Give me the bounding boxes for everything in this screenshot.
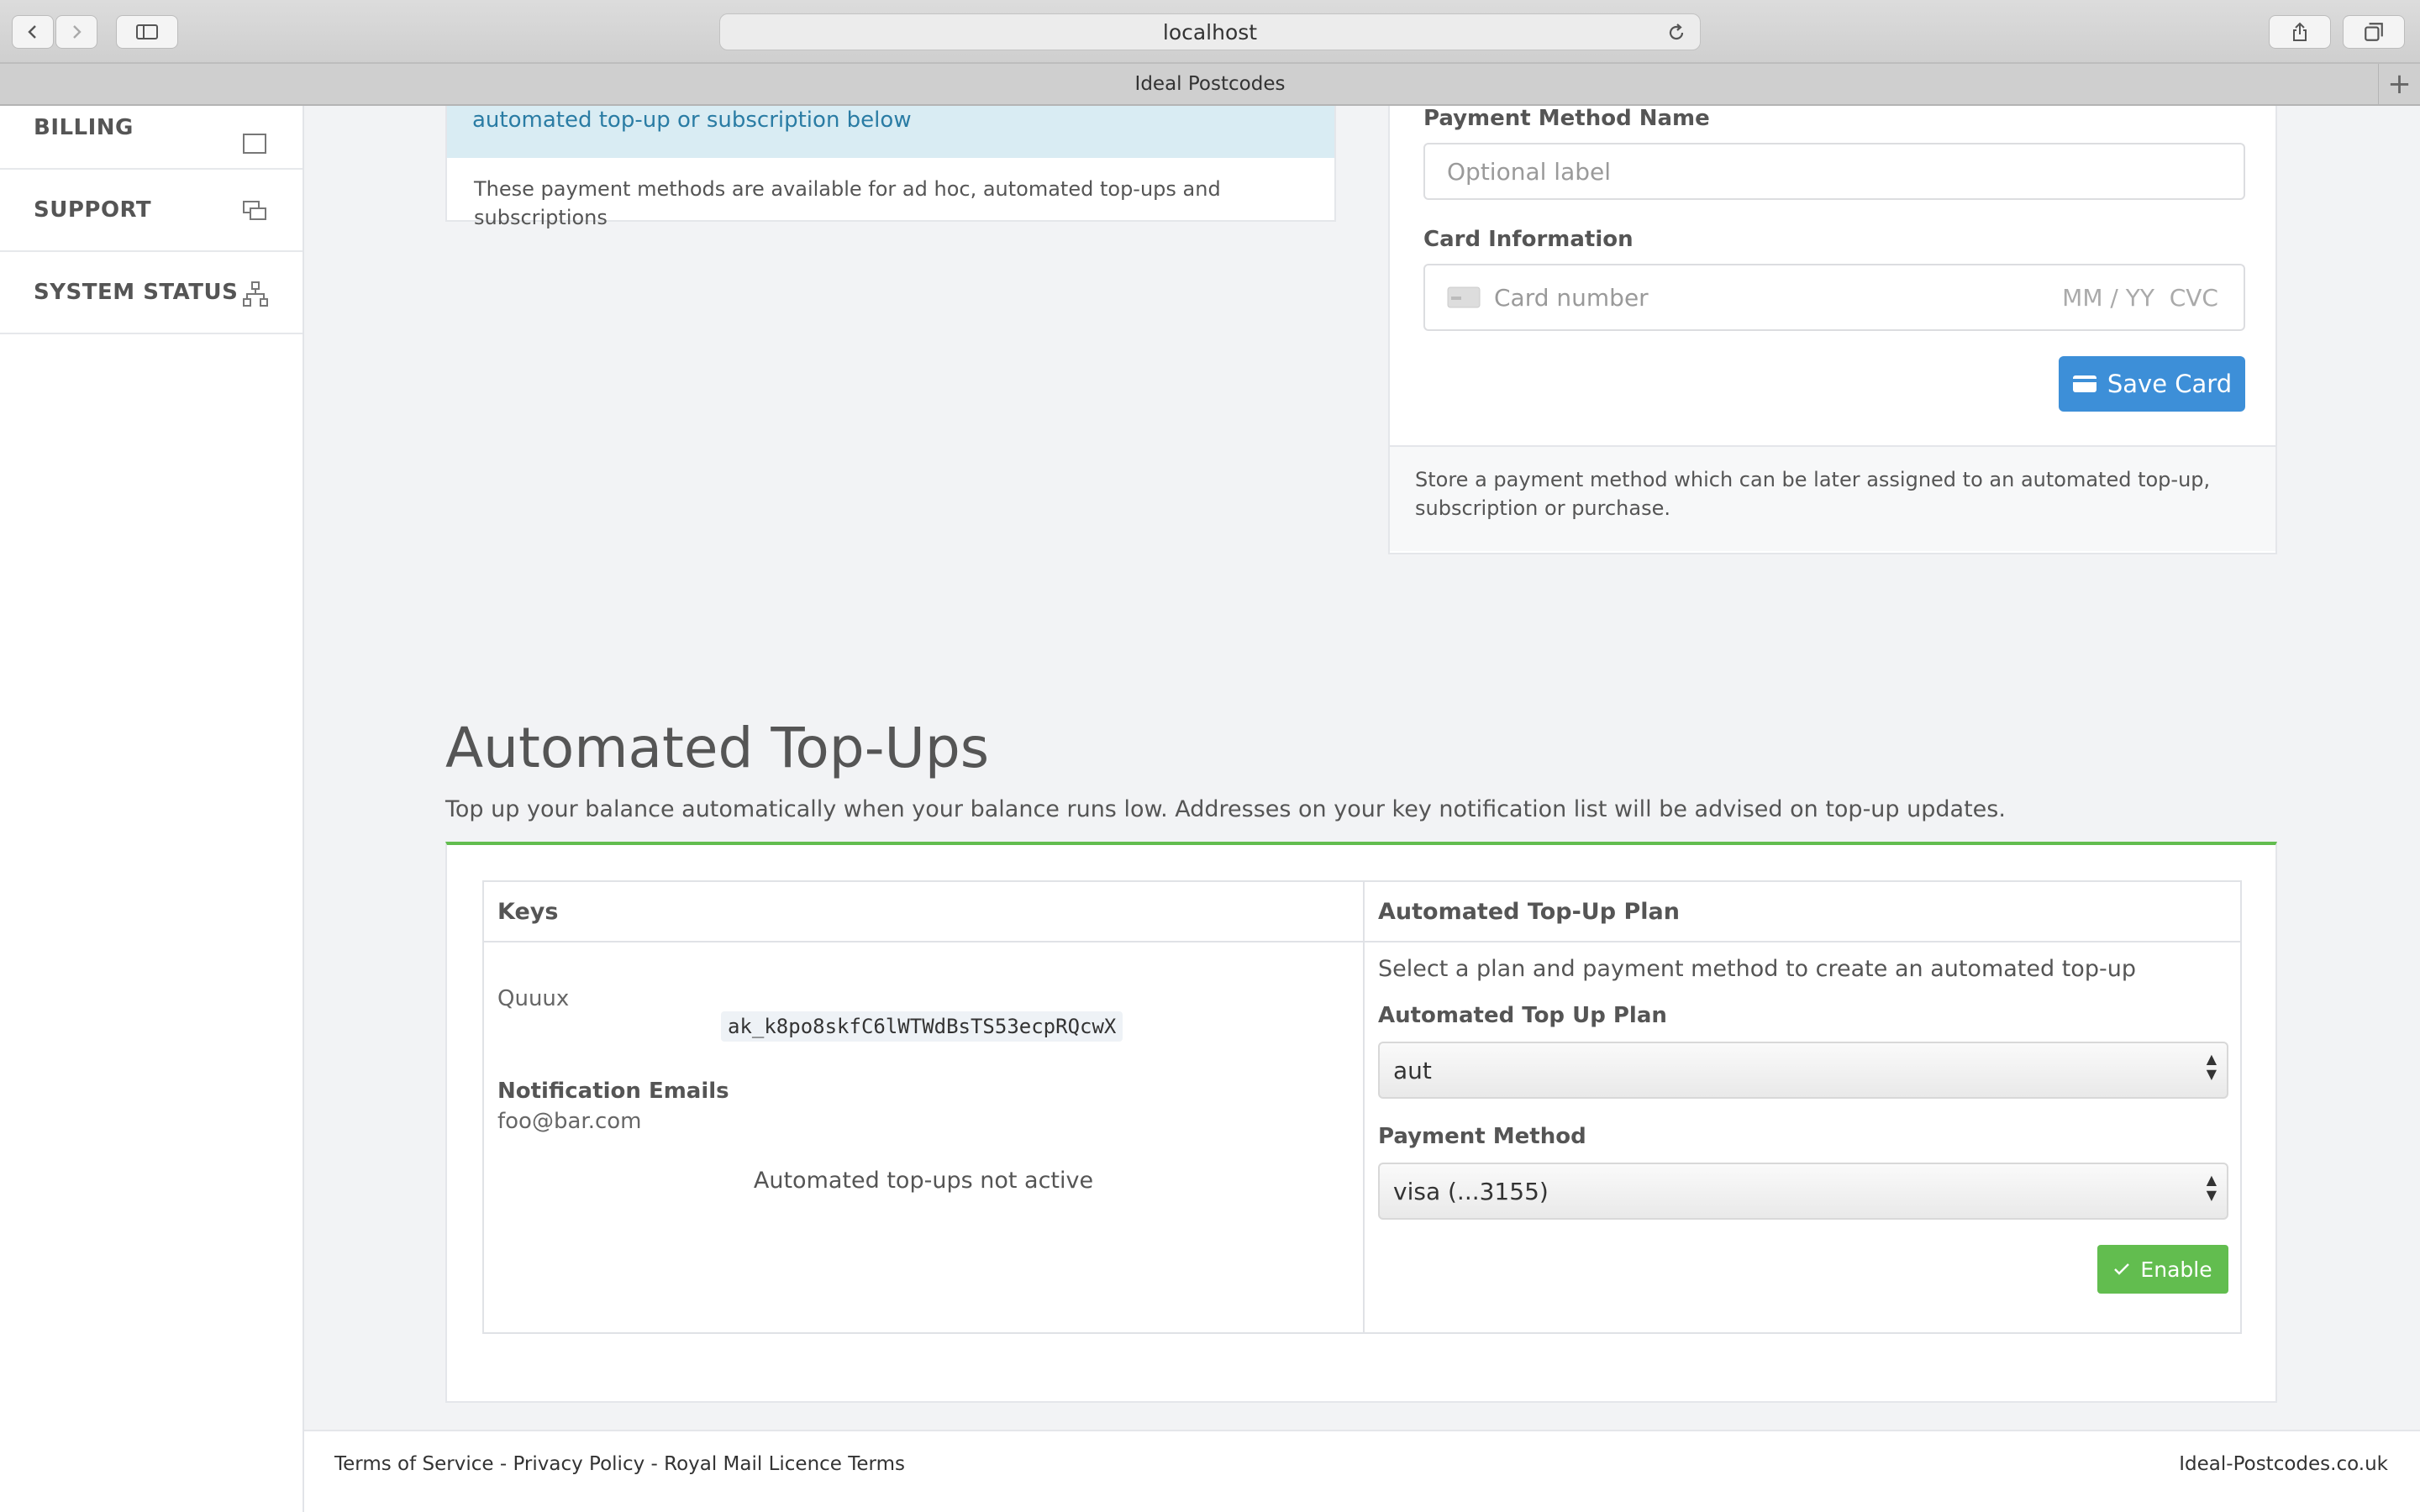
- terms-link[interactable]: Terms of Service: [334, 1453, 494, 1475]
- payment-method-select[interactable]: visa (...3155) ▲ ▼: [1378, 1163, 2228, 1220]
- url-text: localhost: [1162, 19, 1258, 45]
- payment-method-name-input[interactable]: Optional label: [1423, 143, 2245, 200]
- add-card-footer: Store a payment method which can be late…: [1390, 445, 2275, 551]
- add-card-help: Store a payment method which can be late…: [1415, 468, 2211, 520]
- tabs-overview-button[interactable]: [2343, 15, 2405, 49]
- add-card-panel: Payment Method Name Optional label Card …: [1388, 106, 2277, 554]
- footer: Terms of Service - Privacy Policy - Roya…: [304, 1430, 2420, 1512]
- credit-card-icon: [1447, 286, 1481, 308]
- card-information-input[interactable]: Card number MM / YY CVC: [1423, 264, 2245, 331]
- tab-title[interactable]: Ideal Postcodes: [1135, 73, 1286, 95]
- share-button[interactable]: [2269, 15, 2331, 49]
- select-arrows-icon: ▲ ▼: [2206, 1051, 2217, 1082]
- sidebar-item-label: SUPPORT: [34, 197, 152, 223]
- save-card-button[interactable]: Save Card: [2059, 356, 2245, 412]
- enable-button[interactable]: Enable: [2097, 1245, 2228, 1294]
- new-tab-button[interactable]: +: [2378, 64, 2420, 104]
- billing-icon: [243, 134, 266, 154]
- sidebar-item-label: SYSTEM STATUS: [34, 280, 239, 305]
- plus-icon: +: [2387, 67, 2412, 101]
- api-key-value: ak_k8po8skfC6lWTWdBsTS53ecpRQcwX: [721, 1011, 1123, 1042]
- card-information-label: Card Information: [1423, 227, 1634, 252]
- sidebar-icon: [136, 24, 158, 39]
- plan-select[interactable]: aut ▲ ▼: [1378, 1042, 2228, 1099]
- tab-bar: Ideal Postcodes +: [0, 64, 2420, 106]
- chevron-left-icon: [28, 25, 36, 39]
- tabs-icon: [2365, 23, 2383, 41]
- payment-method-label: Payment Method: [1378, 1124, 1586, 1149]
- chevron-right-icon: [73, 25, 82, 39]
- licence-link[interactable]: Royal Mail Licence Terms: [664, 1453, 905, 1475]
- topup-status: Automated top-ups not active: [753, 1168, 1094, 1194]
- reload-icon[interactable]: [1666, 23, 1686, 43]
- address-bar[interactable]: localhost: [719, 13, 1701, 50]
- payment-methods-help: These payment methods are available for …: [474, 177, 1221, 229]
- browser-toolbar: localhost: [0, 0, 2420, 64]
- sidebar-item-support[interactable]: SUPPORT: [0, 170, 302, 252]
- back-button[interactable]: [12, 15, 54, 49]
- plan-intro: Select a plan and payment method to crea…: [1378, 956, 2136, 982]
- checkmark-icon: [2114, 1263, 2130, 1275]
- brand-link[interactable]: Ideal-Postcodes.co.uk: [2179, 1453, 2388, 1475]
- sitemap-icon: [243, 281, 268, 307]
- notification-email: foo@bar.com: [497, 1109, 642, 1134]
- sidebar-toggle-button[interactable]: [116, 15, 178, 49]
- forward-button[interactable]: [55, 15, 97, 49]
- section-description: Top up your balance automatically when y…: [445, 796, 2006, 822]
- sidebar-item-label: BILLING: [34, 115, 134, 140]
- notification-emails-label: Notification Emails: [497, 1079, 729, 1104]
- page-title: Automated Top-Ups: [445, 716, 990, 780]
- footer-links: Terms of Service - Privacy Policy - Roya…: [334, 1453, 905, 1475]
- privacy-link[interactable]: Privacy Policy: [513, 1453, 644, 1475]
- select-arrows-icon: ▲ ▼: [2206, 1172, 2217, 1203]
- payment-methods-alert: automated top-up or subscription below: [447, 106, 1334, 158]
- share-icon: [2293, 22, 2307, 41]
- sidebar-item-system-status[interactable]: SYSTEM STATUS: [0, 252, 302, 334]
- chat-icon: [243, 201, 266, 220]
- card-number-placeholder: Card number: [1494, 283, 1649, 312]
- topup-table: Keys Automated Top-Up Plan Quuux ak_k8po…: [482, 880, 2242, 1334]
- column-divider: [1363, 882, 1365, 1332]
- sidebar-item-billing[interactable]: BILLING: [0, 106, 302, 170]
- expiry-cvc-placeholder: MM / YY CVC: [2062, 284, 2218, 312]
- key-name: Quuux: [497, 986, 570, 1011]
- sidebar: BILLING SUPPORT SYSTEM STATUS: [0, 106, 304, 1512]
- credit-card-icon: [2072, 375, 2096, 392]
- payment-methods-card: automated top-up or subscription below T…: [445, 106, 1336, 229]
- keys-header: Keys: [484, 882, 1363, 942]
- plan-select-label: Automated Top Up Plan: [1378, 1003, 1667, 1028]
- payment-method-name-label: Payment Method Name: [1423, 106, 1710, 131]
- plan-header: Automated Top-Up Plan: [1365, 882, 2240, 942]
